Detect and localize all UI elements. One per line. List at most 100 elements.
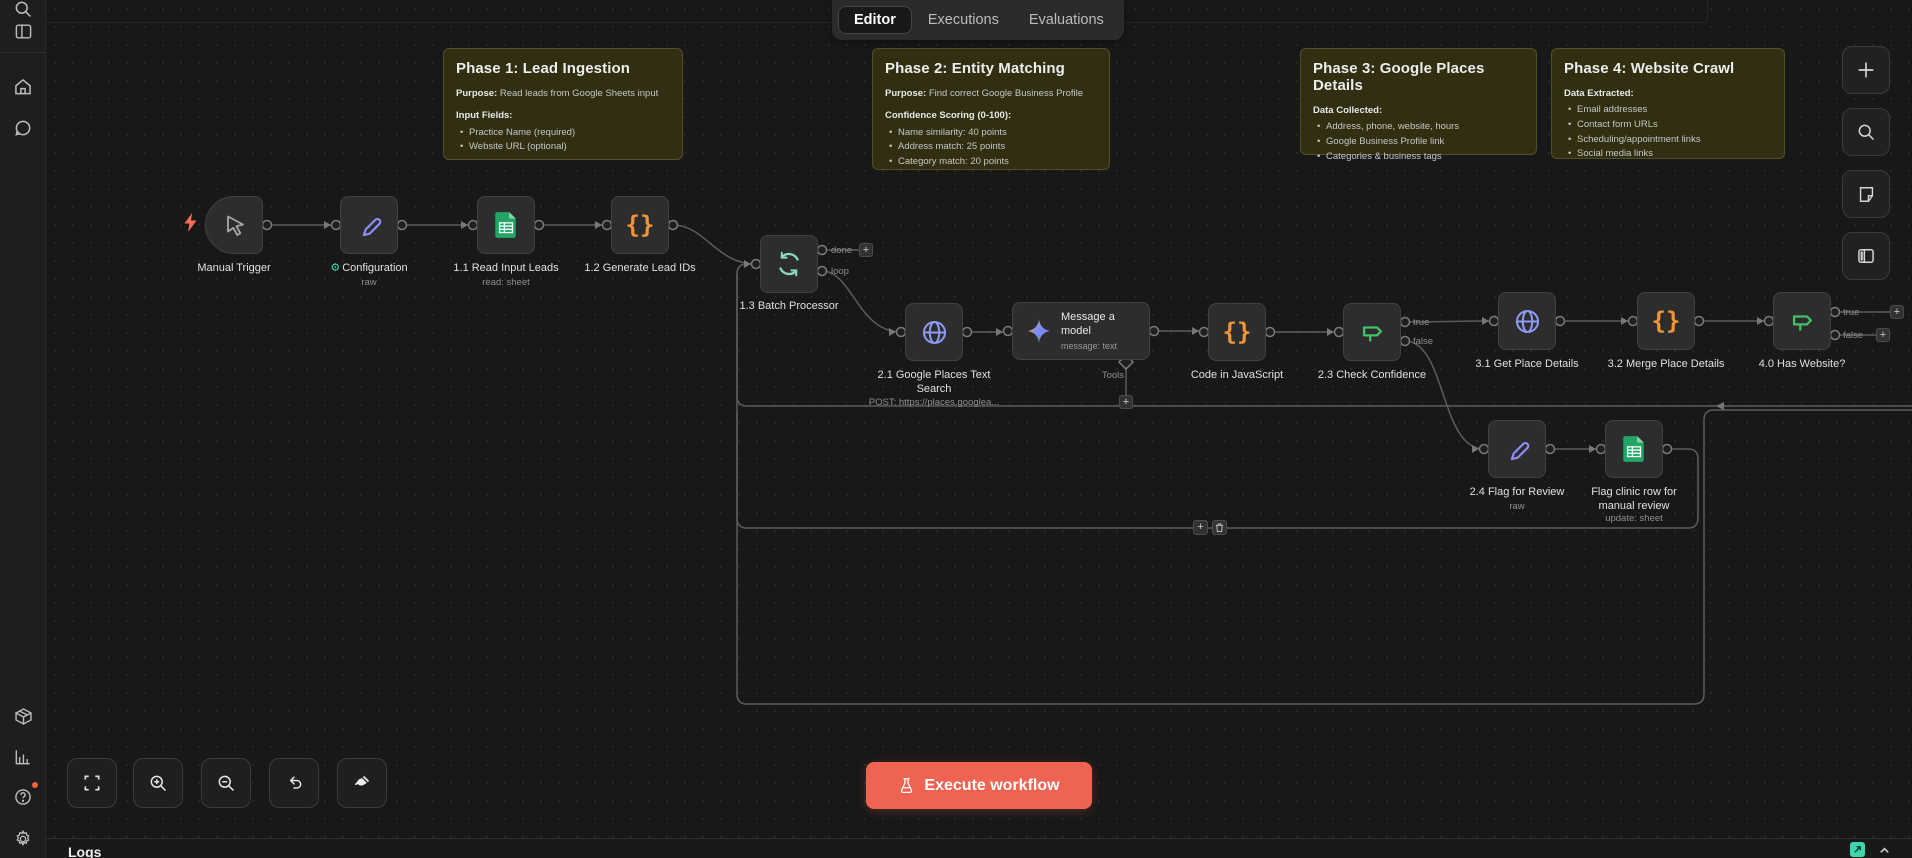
logs-popout-icon[interactable]: [1850, 842, 1865, 857]
insights-chart-icon[interactable]: [10, 744, 36, 770]
if-signpost-icon: [1362, 325, 1382, 341]
node-sublabel: read: sheet: [482, 277, 530, 288]
node-configuration[interactable]: [340, 196, 398, 254]
logs-panel-header[interactable]: Logs: [46, 838, 1912, 858]
add-node-inline-button[interactable]: +: [1890, 305, 1904, 319]
canvas-search-button[interactable]: [1842, 108, 1890, 156]
node-sublabel: POST: https://places.googlea...: [868, 397, 1000, 408]
notification-dot: [32, 782, 38, 788]
node-sublabel: raw: [1509, 501, 1525, 512]
node-label: 2.1 Google Places Text Search: [877, 369, 991, 395]
port-label-true: true: [1413, 317, 1430, 328]
node-merge-place-details[interactable]: {}: [1637, 292, 1695, 350]
search-icon: [1858, 124, 1875, 141]
logs-collapse-chevron[interactable]: [1876, 842, 1892, 858]
chat-icon[interactable]: [10, 115, 36, 141]
node-sublabel: update: sheet: [1605, 513, 1663, 524]
node-label: 4.0 Has Website?: [1758, 358, 1846, 370]
package-icon[interactable]: [10, 703, 36, 729]
pencil-icon: [1510, 441, 1529, 460]
add-node-inline-button[interactable]: +: [1876, 328, 1890, 342]
port-label-false: false: [1843, 330, 1864, 341]
fit-view-icon: [84, 775, 100, 791]
port-label-loop: loop: [831, 266, 849, 277]
node-label: Manual Trigger: [197, 262, 271, 274]
port-label-true: true: [1843, 307, 1860, 318]
gear-badge-icon: ⚙: [330, 262, 341, 274]
node-has-website[interactable]: [1773, 292, 1831, 350]
add-tool-button[interactable]: +: [1119, 395, 1133, 409]
node-places-text-search[interactable]: [905, 303, 963, 361]
tab-editor[interactable]: Editor: [838, 6, 912, 34]
trigger-bolt-icon: [183, 213, 198, 237]
port-label-tools: Tools: [1101, 370, 1124, 381]
node-read-input-leads[interactable]: [477, 196, 535, 254]
settings-gear-icon[interactable]: [10, 826, 36, 852]
node-label: ⚙ Configuration: [330, 262, 408, 274]
zoom-in-button[interactable]: [133, 758, 183, 808]
node-label: 1.3 Batch Processor: [739, 300, 839, 312]
execute-workflow-label: Execute workflow: [924, 776, 1060, 794]
node-label: 2.3 Check Confidence: [1317, 369, 1427, 381]
node-label: Code in JavaScript: [1190, 369, 1284, 381]
node-code-in-javascript[interactable]: {}: [1208, 303, 1266, 361]
pencil-icon: [362, 217, 381, 236]
node-batch-processor[interactable]: [760, 235, 818, 293]
plus-icon: [1858, 62, 1874, 78]
port-label-false: false: [1413, 336, 1434, 347]
node-get-place-details[interactable]: [1498, 292, 1556, 350]
sidebar-divider: [0, 52, 46, 53]
node-flag-for-review[interactable]: [1488, 420, 1546, 478]
zoom-out-icon: [218, 775, 235, 792]
fit-view-button[interactable]: [67, 758, 117, 808]
execute-workflow-button[interactable]: Execute workflow: [866, 762, 1092, 809]
node-label: 2.4 Flag for Review: [1469, 486, 1565, 498]
connection-add-button[interactable]: +: [1193, 520, 1208, 535]
tidy-up-button[interactable]: [337, 758, 387, 808]
zoom-out-button[interactable]: [201, 758, 251, 808]
home-icon[interactable]: [10, 74, 36, 100]
sticky-note-button[interactable]: [1842, 170, 1890, 218]
connection-loopback-outer: [736, 409, 1912, 705]
split-panel-button[interactable]: [1842, 232, 1890, 280]
if-signpost-icon: [1792, 314, 1812, 330]
node-sublabel: raw: [361, 277, 377, 288]
node-label: 3.2 Merge Place Details: [1607, 358, 1725, 370]
panel-toggle-icon[interactable]: [10, 18, 36, 44]
node-generate-lead-ids[interactable]: {}: [611, 196, 669, 254]
google-sheets-icon: [1623, 436, 1644, 462]
code-braces-icon: {}: [1651, 307, 1681, 335]
zoom-in-icon: [150, 775, 167, 792]
add-node-inline-button[interactable]: +: [859, 243, 873, 257]
google-sheets-icon: [495, 212, 516, 238]
globe-icon: [1515, 309, 1539, 333]
node-label: 3.1 Get Place Details: [1475, 358, 1579, 370]
add-node-button[interactable]: [1842, 46, 1890, 94]
main-sidebar: [0, 0, 46, 858]
tab-executions[interactable]: Executions: [914, 6, 1013, 34]
help-icon[interactable]: [10, 782, 38, 810]
node-check-confidence[interactable]: [1343, 303, 1401, 361]
n8n-workflow-editor: Editor Executions Evaluations Phase 1: L…: [0, 0, 1912, 858]
code-braces-icon: {}: [1222, 318, 1252, 346]
code-braces-icon: {}: [625, 211, 655, 239]
logs-title: Logs: [68, 844, 102, 858]
node-label: 1.1 Read Input Leads: [453, 262, 559, 274]
node-inner-title: Message a model: [1061, 311, 1115, 337]
view-tabbar: Editor Executions Evaluations: [832, 0, 1124, 40]
node-label: Flag clinic row for manual review: [1591, 486, 1677, 512]
undo-icon: [289, 776, 302, 789]
trash-icon: [1215, 523, 1224, 533]
node-flag-clinic-row[interactable]: [1605, 420, 1663, 478]
node-message-a-model[interactable]: Message a model message: text: [1012, 302, 1150, 360]
node-manual-trigger[interactable]: [205, 196, 263, 254]
gemini-star-icon: [1027, 319, 1051, 343]
flask-icon: [901, 777, 913, 793]
note-page-icon: [1859, 186, 1873, 202]
tab-evaluations[interactable]: Evaluations: [1015, 6, 1118, 34]
cursor-icon: [227, 215, 244, 236]
split-panel-icon: [1858, 249, 1874, 263]
undo-button[interactable]: [269, 758, 319, 808]
loop-icon: [779, 251, 799, 277]
connection-delete-button[interactable]: [1212, 520, 1227, 535]
